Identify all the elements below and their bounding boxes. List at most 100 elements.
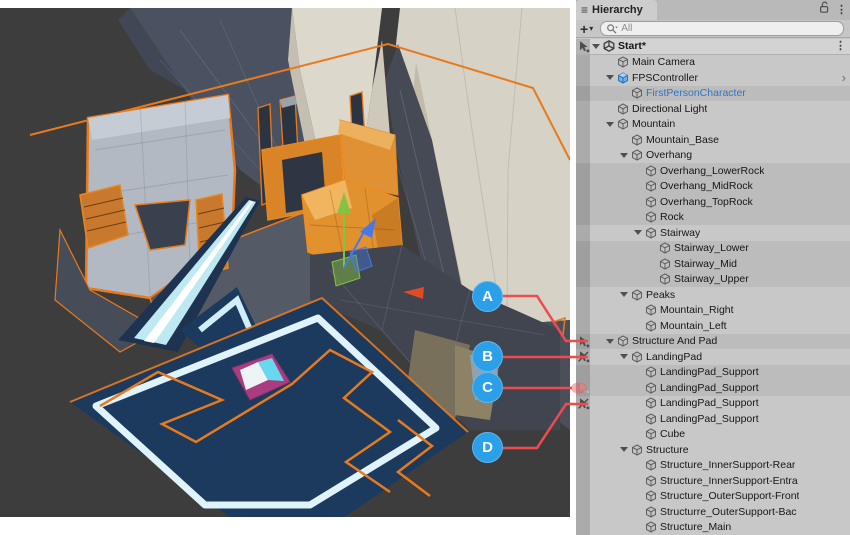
hierarchy-row-overhang-toprock[interactable]: Overhang_TopRock — [576, 194, 850, 210]
prefab-open-chevron-icon[interactable]: › — [842, 71, 850, 84]
expand-arrow[interactable] — [618, 153, 630, 158]
tab-hierarchy[interactable]: ≡ Hierarchy — [576, 0, 657, 20]
gameobject-cube-icon — [630, 351, 644, 363]
hierarchy-row-structure-innersupport-rear[interactable]: Structure_InnerSupport-Rear — [576, 458, 850, 474]
hierarchy-row-structure[interactable]: Structure — [576, 442, 850, 458]
pickability-gutter-cell[interactable] — [576, 380, 590, 396]
row-label: LandingPad — [646, 351, 702, 363]
row-label: LandingPad_Support — [660, 382, 759, 394]
pickable-ghost-icon[interactable] — [577, 381, 590, 394]
hierarchy-row-main-camera[interactable]: Main Camera — [576, 55, 850, 71]
gameobject-cube-icon — [644, 227, 658, 239]
pickable-icon[interactable] — [577, 335, 590, 348]
hierarchy-row-mountain-right[interactable]: Mountain_Right — [576, 303, 850, 319]
gameobject-cube-icon — [644, 196, 658, 208]
pickability-gutter-cell — [576, 520, 590, 535]
pickability-gutter-cell — [576, 365, 590, 381]
indent-spacer — [590, 511, 632, 512]
hierarchy-row-overhang-midrock[interactable]: Overhang_MidRock — [576, 179, 850, 195]
create-menu-button[interactable]: + ▾ — [580, 22, 593, 36]
indent-spacer — [590, 356, 618, 357]
expand-arrow[interactable] — [618, 447, 630, 452]
hierarchy-row-structurre-outersupport-bac[interactable]: Structurre_OuterSupport-Bac — [576, 504, 850, 520]
hierarchy-row-structure-main[interactable]: Structure_Main — [576, 520, 850, 535]
pickability-gutter-cell[interactable] — [576, 349, 590, 365]
pickability-gutter-cell — [576, 287, 590, 303]
hierarchy-row-landingpad[interactable]: LandingPad — [576, 349, 850, 365]
panel-kebab-menu-icon[interactable]: ⋮ — [836, 5, 847, 16]
indent-spacer — [590, 232, 632, 233]
hierarchy-row-start-[interactable]: Start*⋮ — [576, 39, 850, 55]
callout-d: D — [472, 432, 503, 463]
indent-spacer — [590, 217, 632, 218]
hierarchy-row-structure-and-pad[interactable]: Structure And Pad — [576, 334, 850, 350]
hierarchy-row-fpscontroller[interactable]: FPSController› — [576, 70, 850, 86]
row-label: Stairway_Mid — [674, 258, 737, 270]
row-kebab-menu-icon[interactable]: ⋮ — [835, 41, 850, 52]
pickability-gutter-cell — [576, 303, 590, 319]
callout-a-label: A — [482, 288, 493, 305]
hierarchy-row-structure-outersupport-front[interactable]: Structure_OuterSupport-Front — [576, 489, 850, 505]
gameobject-cube-icon — [644, 413, 658, 425]
pickability-gutter-cell — [576, 225, 590, 241]
row-label: Main Camera — [632, 56, 695, 68]
indent-spacer — [590, 496, 632, 497]
indent-spacer — [590, 418, 632, 419]
indent-spacer — [590, 434, 632, 435]
pickability-gutter-cell[interactable] — [576, 39, 590, 54]
hierarchy-row-mountain-base[interactable]: Mountain_Base — [576, 132, 850, 148]
search-input[interactable]: All — [600, 21, 844, 36]
expand-arrow[interactable] — [604, 339, 616, 344]
expand-arrow[interactable] — [604, 122, 616, 127]
row-label: Mountain — [632, 118, 675, 130]
prefab-cube-icon — [616, 72, 630, 84]
expand-arrow[interactable] — [618, 354, 630, 359]
hierarchy-row-stairway-upper[interactable]: Stairway_Upper — [576, 272, 850, 288]
hierarchy-row-cube[interactable]: Cube — [576, 427, 850, 443]
lock-icon[interactable] — [819, 1, 830, 19]
pickability-gutter-cell — [576, 117, 590, 133]
hierarchy-row-peaks[interactable]: Peaks — [576, 287, 850, 303]
indent-spacer — [590, 139, 618, 140]
hierarchy-row-landingpad-support[interactable]: LandingPad_Support — [576, 380, 850, 396]
expand-arrow[interactable] — [590, 44, 602, 49]
expanded-triangle-icon — [620, 292, 628, 297]
search-placeholder: All — [621, 23, 632, 34]
hierarchy-row-overhang[interactable]: Overhang — [576, 148, 850, 164]
gameobject-cube-icon — [630, 134, 644, 146]
hierarchy-row-overhang-lowerrock[interactable]: Overhang_LowerRock — [576, 163, 850, 179]
pickability-gutter-cell[interactable] — [576, 334, 590, 350]
hierarchy-row-rock[interactable]: Rock — [576, 210, 850, 226]
expanded-triangle-icon — [606, 339, 614, 344]
pickable-icon[interactable] — [577, 40, 590, 53]
gameobject-cube-icon — [644, 506, 658, 518]
hierarchy-row-stairway-lower[interactable]: Stairway_Lower — [576, 241, 850, 257]
hierarchy-row-landingpad-support[interactable]: LandingPad_Support — [576, 365, 850, 381]
row-label: Structure And Pad — [632, 335, 717, 347]
pickability-gutter-cell — [576, 473, 590, 489]
expand-arrow[interactable] — [604, 75, 616, 80]
gameobject-cube-icon — [658, 273, 672, 285]
hierarchy-row-stairway[interactable]: Stairway — [576, 225, 850, 241]
pickability-gutter-cell — [576, 427, 590, 443]
hierarchy-row-mountain[interactable]: Mountain — [576, 117, 850, 133]
gameobject-cube-icon — [644, 366, 658, 378]
hierarchy-row-firstpersoncharacter[interactable]: FirstPersonCharacter — [576, 86, 850, 102]
not-pickable-icon[interactable] — [577, 397, 590, 410]
row-label: Mountain_Left — [660, 320, 727, 332]
hierarchy-toolbar: + ▾ All — [576, 20, 850, 38]
not-pickable-icon[interactable] — [577, 350, 590, 363]
expand-arrow[interactable] — [632, 230, 644, 235]
hierarchy-row-landingpad-support[interactable]: LandingPad_Support — [576, 396, 850, 412]
pickability-gutter-cell — [576, 489, 590, 505]
hierarchy-row-structure-innersupport-entra[interactable]: Structure_InnerSupport-Entra — [576, 473, 850, 489]
pickability-gutter-cell — [576, 411, 590, 427]
pickability-gutter-cell[interactable] — [576, 396, 590, 412]
row-label: Structure — [646, 444, 689, 456]
expand-arrow[interactable] — [618, 292, 630, 297]
hierarchy-row-directional-light[interactable]: Directional Light — [576, 101, 850, 117]
hierarchy-row-mountain-left[interactable]: Mountain_Left — [576, 318, 850, 334]
hierarchy-row-stairway-mid[interactable]: Stairway_Mid — [576, 256, 850, 272]
hierarchy-row-landingpad-support[interactable]: LandingPad_Support — [576, 411, 850, 427]
pickability-gutter-cell — [576, 256, 590, 272]
